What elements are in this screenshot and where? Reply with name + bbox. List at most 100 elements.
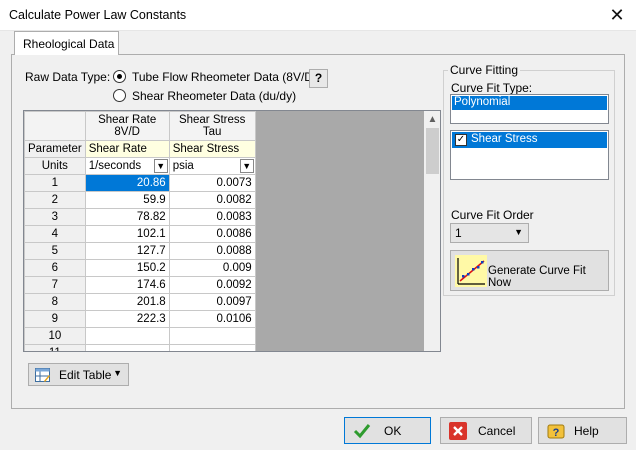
shear-stress-cell[interactable]: 0.0073 [168, 174, 256, 192]
shear-rate-cell[interactable]: 102.1 [84, 225, 170, 243]
row-number[interactable]: 2 [24, 191, 86, 209]
shear-stress-cell[interactable]: 0.0086 [168, 225, 256, 243]
chevron-down-icon: ▼ [514, 227, 523, 237]
shear-rate-cell[interactable]: 150.2 [84, 259, 170, 277]
checkbox[interactable]: ✓ [455, 134, 467, 146]
table-row: 5 127.7 0.0088 [24, 242, 256, 260]
row-number[interactable]: 3 [24, 208, 86, 226]
shear-rate-cell[interactable] [84, 344, 170, 351]
series-list[interactable]: ✓ Shear Stress [450, 130, 609, 180]
scroll-thumb[interactable] [426, 128, 439, 174]
column-header-line: Shear Rate [98, 114, 157, 126]
generate-curve-fit-button[interactable]: Generate Curve Fit Now [450, 250, 609, 291]
edit-table-label: Edit Table [59, 368, 112, 382]
grid-body: 1 20.86 0.0073 2 59.9 0.0082 3 78.82 0.0083 4 102.… [24, 174, 256, 351]
checkmark-icon [353, 424, 371, 439]
shear-rate-cell[interactable]: 20.86 [84, 174, 170, 192]
corner-cell [24, 111, 86, 141]
table-row: 8 201.8 0.0097 [24, 293, 256, 311]
shear-rate-cell[interactable] [84, 327, 170, 345]
shear-stress-cell[interactable]: 0.009 [168, 259, 256, 277]
row-number[interactable]: 10 [24, 327, 86, 345]
row-number[interactable]: 7 [24, 276, 86, 294]
column-header-line: Tau [202, 126, 222, 138]
radio-shear-rheometer-label[interactable]: Shear Rheometer Data (du/dy) [132, 89, 296, 103]
curve-fit-type-label: Curve Fit Type: [451, 81, 533, 95]
shear-rate-cell[interactable]: 78.82 [84, 208, 170, 226]
shear-rate-cell[interactable]: 174.6 [84, 276, 170, 294]
radio-tube-flow[interactable] [113, 70, 126, 83]
row-number[interactable]: 8 [24, 293, 86, 311]
scroll-up-icon[interactable]: ▲ [424, 111, 440, 128]
shear-rate-cell[interactable]: 201.8 [84, 293, 170, 311]
shear-stress-cell[interactable] [168, 344, 256, 351]
table-row: 11 [24, 344, 256, 351]
param-cell: Shear Rate [84, 140, 170, 158]
generate-curve-fit-label: Generate Curve Fit Now [488, 265, 586, 289]
row-number[interactable]: 9 [24, 310, 86, 328]
vertical-scrollbar[interactable]: ▲ [424, 111, 440, 351]
curve-fit-order-select[interactable]: 1 ▼ [450, 223, 529, 243]
units-dropdown-shear-rate[interactable]: 1/seconds ▼ [84, 157, 170, 175]
row-number[interactable]: 5 [24, 242, 86, 260]
edit-table-button[interactable]: Edit Table ▼ [28, 363, 129, 386]
shear-stress-cell[interactable]: 0.0082 [168, 191, 256, 209]
series-item[interactable]: ✓ Shear Stress [452, 132, 607, 148]
table-edit-icon [35, 368, 50, 382]
parameter-row: Parameter Shear Rate Shear Stress [24, 140, 256, 158]
curve-fit-type-list[interactable]: Polynomial [450, 94, 609, 124]
chevron-down-icon[interactable]: ▼ [153, 159, 168, 173]
data-grid[interactable]: Shear Rate 8V/D Shear Stress Tau Paramet… [23, 110, 441, 352]
shear-rate-cell[interactable]: 59.9 [84, 191, 170, 209]
shear-stress-cell[interactable]: 0.0083 [168, 208, 256, 226]
table-row: 10 [24, 327, 256, 345]
shear-rate-cell[interactable]: 222.3 [84, 310, 170, 328]
table-row: 9 222.3 0.0106 [24, 310, 256, 328]
table-row: 1 20.86 0.0073 [24, 174, 256, 192]
units-dropdown-shear-stress[interactable]: psia ▼ [168, 157, 256, 175]
help-button[interactable]: ? Help [538, 417, 627, 444]
shear-stress-cell[interactable]: 0.0097 [168, 293, 256, 311]
cancel-x-icon [449, 422, 467, 440]
svg-text:?: ? [553, 427, 560, 439]
table-row: 2 59.9 0.0082 [24, 191, 256, 209]
help-icon: ? [547, 424, 565, 439]
cancel-button[interactable]: Cancel [440, 417, 532, 444]
row-number[interactable]: 1 [24, 174, 86, 192]
ok-label: OK [384, 424, 402, 438]
table-row: 4 102.1 0.0086 [24, 225, 256, 243]
grid-table: Shear Rate 8V/D Shear Stress Tau Paramet… [24, 111, 256, 351]
column-header-shear-rate[interactable]: Shear Rate 8V/D [84, 111, 170, 141]
title-bar: Calculate Power Law Constants ✕ [0, 0, 636, 31]
row-label: Units [24, 157, 86, 175]
shear-stress-cell[interactable]: 0.0092 [168, 276, 256, 294]
help-label: Help [574, 424, 599, 438]
units-value: 1/seconds [88, 160, 142, 172]
units-value: psia [172, 160, 194, 172]
shear-stress-cell[interactable] [168, 327, 256, 345]
radio-shear-rheometer[interactable] [113, 89, 126, 102]
shear-stress-cell[interactable]: 0.0088 [168, 242, 256, 260]
series-label: Shear Stress [471, 133, 538, 145]
table-row: 3 78.82 0.0083 [24, 208, 256, 226]
row-number[interactable]: 4 [24, 225, 86, 243]
curve-fit-type-item[interactable]: Polynomial [452, 96, 607, 110]
help-question-button[interactable]: ? [309, 69, 328, 88]
chart-icon [455, 255, 487, 287]
close-icon[interactable]: ✕ [606, 4, 628, 26]
column-header-line: 8V/D [114, 126, 140, 138]
radio-tube-flow-label[interactable]: Tube Flow Rheometer Data (8V/D) [132, 70, 317, 84]
param-cell: Shear Stress [168, 140, 256, 158]
row-label: Parameter [24, 140, 86, 158]
caret-down-icon: ▼ [113, 368, 122, 378]
column-header-shear-stress[interactable]: Shear Stress Tau [168, 111, 256, 141]
cancel-label: Cancel [478, 424, 516, 438]
tab-rheological-data[interactable]: Rheological Data [14, 31, 119, 55]
chevron-down-icon[interactable]: ▼ [239, 159, 254, 173]
row-number[interactable]: 11 [24, 344, 86, 351]
shear-rate-cell[interactable]: 127.7 [84, 242, 170, 260]
row-number[interactable]: 6 [24, 259, 86, 277]
ok-button[interactable]: OK [344, 417, 431, 444]
shear-stress-cell[interactable]: 0.0106 [168, 310, 256, 328]
table-row: 7 174.6 0.0092 [24, 276, 256, 294]
